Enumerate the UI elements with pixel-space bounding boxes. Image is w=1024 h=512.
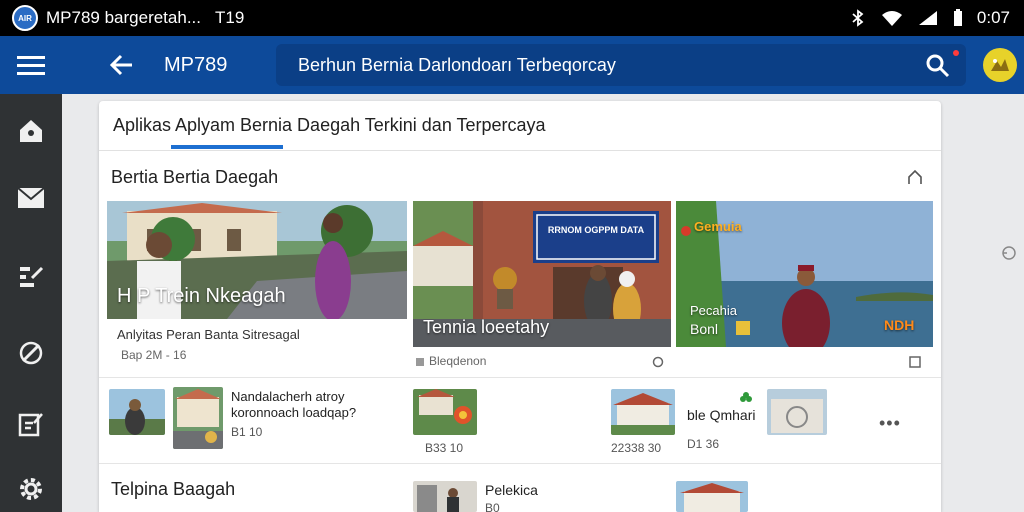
avatar[interactable] bbox=[983, 48, 1017, 82]
feature-2-more-icon[interactable] bbox=[651, 355, 665, 369]
rail-item-notes[interactable] bbox=[0, 399, 62, 449]
navigation-rail bbox=[0, 94, 62, 512]
list-thumb-4[interactable] bbox=[611, 389, 675, 435]
rail-item-mail[interactable] bbox=[0, 173, 62, 223]
feature-2-tag-icon bbox=[413, 355, 427, 369]
feature-1-headline: Anlyitas Peran Banta Sitresagal bbox=[117, 327, 300, 342]
status-clock: 0:07 bbox=[976, 8, 1010, 27]
section2-thumb-1[interactable] bbox=[413, 481, 477, 512]
feature-2-sign-text: RRNOM OGPPM DATA bbox=[548, 225, 645, 235]
bluetooth-icon bbox=[849, 9, 867, 27]
section2-thumb-2[interactable] bbox=[676, 481, 748, 512]
tab-bar: Aplikas Aplyam Bernia Daegah Terkini dan… bbox=[99, 101, 941, 151]
arrow-left-icon bbox=[110, 54, 132, 76]
search-bar[interactable]: Berhun Bernia Darlondoarı Terbeqorcay bbox=[276, 44, 966, 86]
divider bbox=[99, 463, 941, 464]
section-collapse-button[interactable] bbox=[905, 167, 925, 187]
more-options-button[interactable]: ••• bbox=[879, 413, 901, 434]
hamburger-icon bbox=[17, 56, 45, 75]
rail-item-home[interactable] bbox=[0, 106, 62, 156]
battery-icon bbox=[953, 9, 963, 27]
list-thumb-1[interactable] bbox=[109, 389, 165, 435]
tab-berita-daerah[interactable]: Aplyam Bernia Daegah Terkini dan Terperc… bbox=[175, 115, 546, 136]
notification-dot bbox=[953, 50, 959, 56]
avatar-icon bbox=[991, 59, 1009, 71]
signal-icon bbox=[917, 9, 939, 27]
back-button[interactable] bbox=[102, 36, 142, 94]
list-item-1-meta: B1 10 bbox=[231, 425, 263, 439]
rail-item-tools[interactable] bbox=[0, 328, 62, 378]
feature-card-1[interactable]: H P Trein Nkeagah Anlyitas Peran Banta S… bbox=[107, 201, 407, 347]
status-bar: AIR MP789 bargeretah... T19 0:07 bbox=[0, 0, 1024, 36]
tab-aplikas[interactable]: Aplikas bbox=[113, 115, 171, 136]
list-thumb-2[interactable] bbox=[173, 387, 223, 449]
home-icon bbox=[20, 120, 42, 142]
section2-item-meta: B0 bbox=[485, 501, 500, 512]
app-bar: MP789 Berhun Bernia Darlondoarı Terbeqor… bbox=[0, 36, 1024, 94]
clover-icon bbox=[739, 391, 753, 405]
feature-3-share-icon[interactable] bbox=[908, 355, 922, 369]
list-item-2-meta: B33 10 bbox=[425, 441, 464, 455]
divider bbox=[99, 377, 941, 378]
rail-item-chart[interactable] bbox=[0, 252, 62, 302]
chevron-up-icon bbox=[908, 169, 922, 184]
refresh-icon bbox=[1002, 246, 1016, 260]
feature-card-2[interactable]: RRNOM OGPPM DATA Tennia loeetahy bbox=[413, 201, 671, 347]
list-item-1-title-line1[interactable]: Nandalacherh atroy bbox=[231, 389, 344, 405]
status-app-title: MP789 bargeretah... bbox=[46, 8, 201, 27]
app-name: MP789 bbox=[164, 53, 228, 76]
search-icon bbox=[926, 54, 950, 78]
feature-3-caption-bottom: Bonl bbox=[690, 321, 719, 337]
wifi-icon bbox=[881, 9, 903, 27]
section-title-berita: Bertia Bertia Daegah bbox=[111, 167, 279, 187]
feature-3-caption-top: Pecahia bbox=[690, 303, 737, 318]
section2-item-title[interactable]: Pelekica bbox=[485, 482, 538, 498]
menu-button[interactable] bbox=[0, 36, 62, 94]
side-panel-toggle[interactable] bbox=[998, 242, 1020, 264]
mail-icon bbox=[17, 187, 45, 208]
slash-icon bbox=[19, 341, 43, 365]
content-card: Aplikas Aplyam Bernia Daegah Terkini dan… bbox=[99, 101, 941, 512]
chart-icon bbox=[20, 266, 44, 287]
list-item-4-title[interactable]: ble Qmhari bbox=[687, 407, 755, 423]
section-title-terbaru: Telpina Baagah bbox=[111, 479, 236, 499]
search-button[interactable] bbox=[922, 50, 954, 82]
feature-1-caption: H P Trein Nkeagah bbox=[117, 285, 286, 307]
list-item-1-title-line2[interactable]: koronnoach loadqap? bbox=[231, 405, 356, 421]
notes-icon bbox=[18, 413, 43, 437]
rail-item-settings[interactable] bbox=[0, 464, 62, 512]
feature-2-meta: Bleqdenon bbox=[429, 354, 487, 368]
app-badge-icon: AIR bbox=[12, 5, 38, 31]
feature-1-meta: Bap 2M - 16 bbox=[121, 348, 187, 362]
status-secondary-time: T19 bbox=[214, 8, 245, 27]
feature-card-3[interactable]: Gemuia Pecahia Bonl NDH bbox=[676, 201, 933, 347]
list-thumb-5[interactable] bbox=[767, 389, 827, 435]
feature-3-brand-tag: Gemuia bbox=[694, 219, 742, 234]
feature-3-corner-tag: NDH bbox=[884, 317, 915, 333]
feature-2-caption: Tennia loeetahy bbox=[423, 317, 550, 337]
active-tab-indicator bbox=[171, 145, 283, 149]
list-thumb-3[interactable] bbox=[413, 389, 477, 435]
list-item-4-meta: D1 36 bbox=[687, 437, 720, 451]
settings-icon bbox=[20, 478, 42, 500]
list-item-3-meta: 22338 30 bbox=[611, 441, 662, 455]
